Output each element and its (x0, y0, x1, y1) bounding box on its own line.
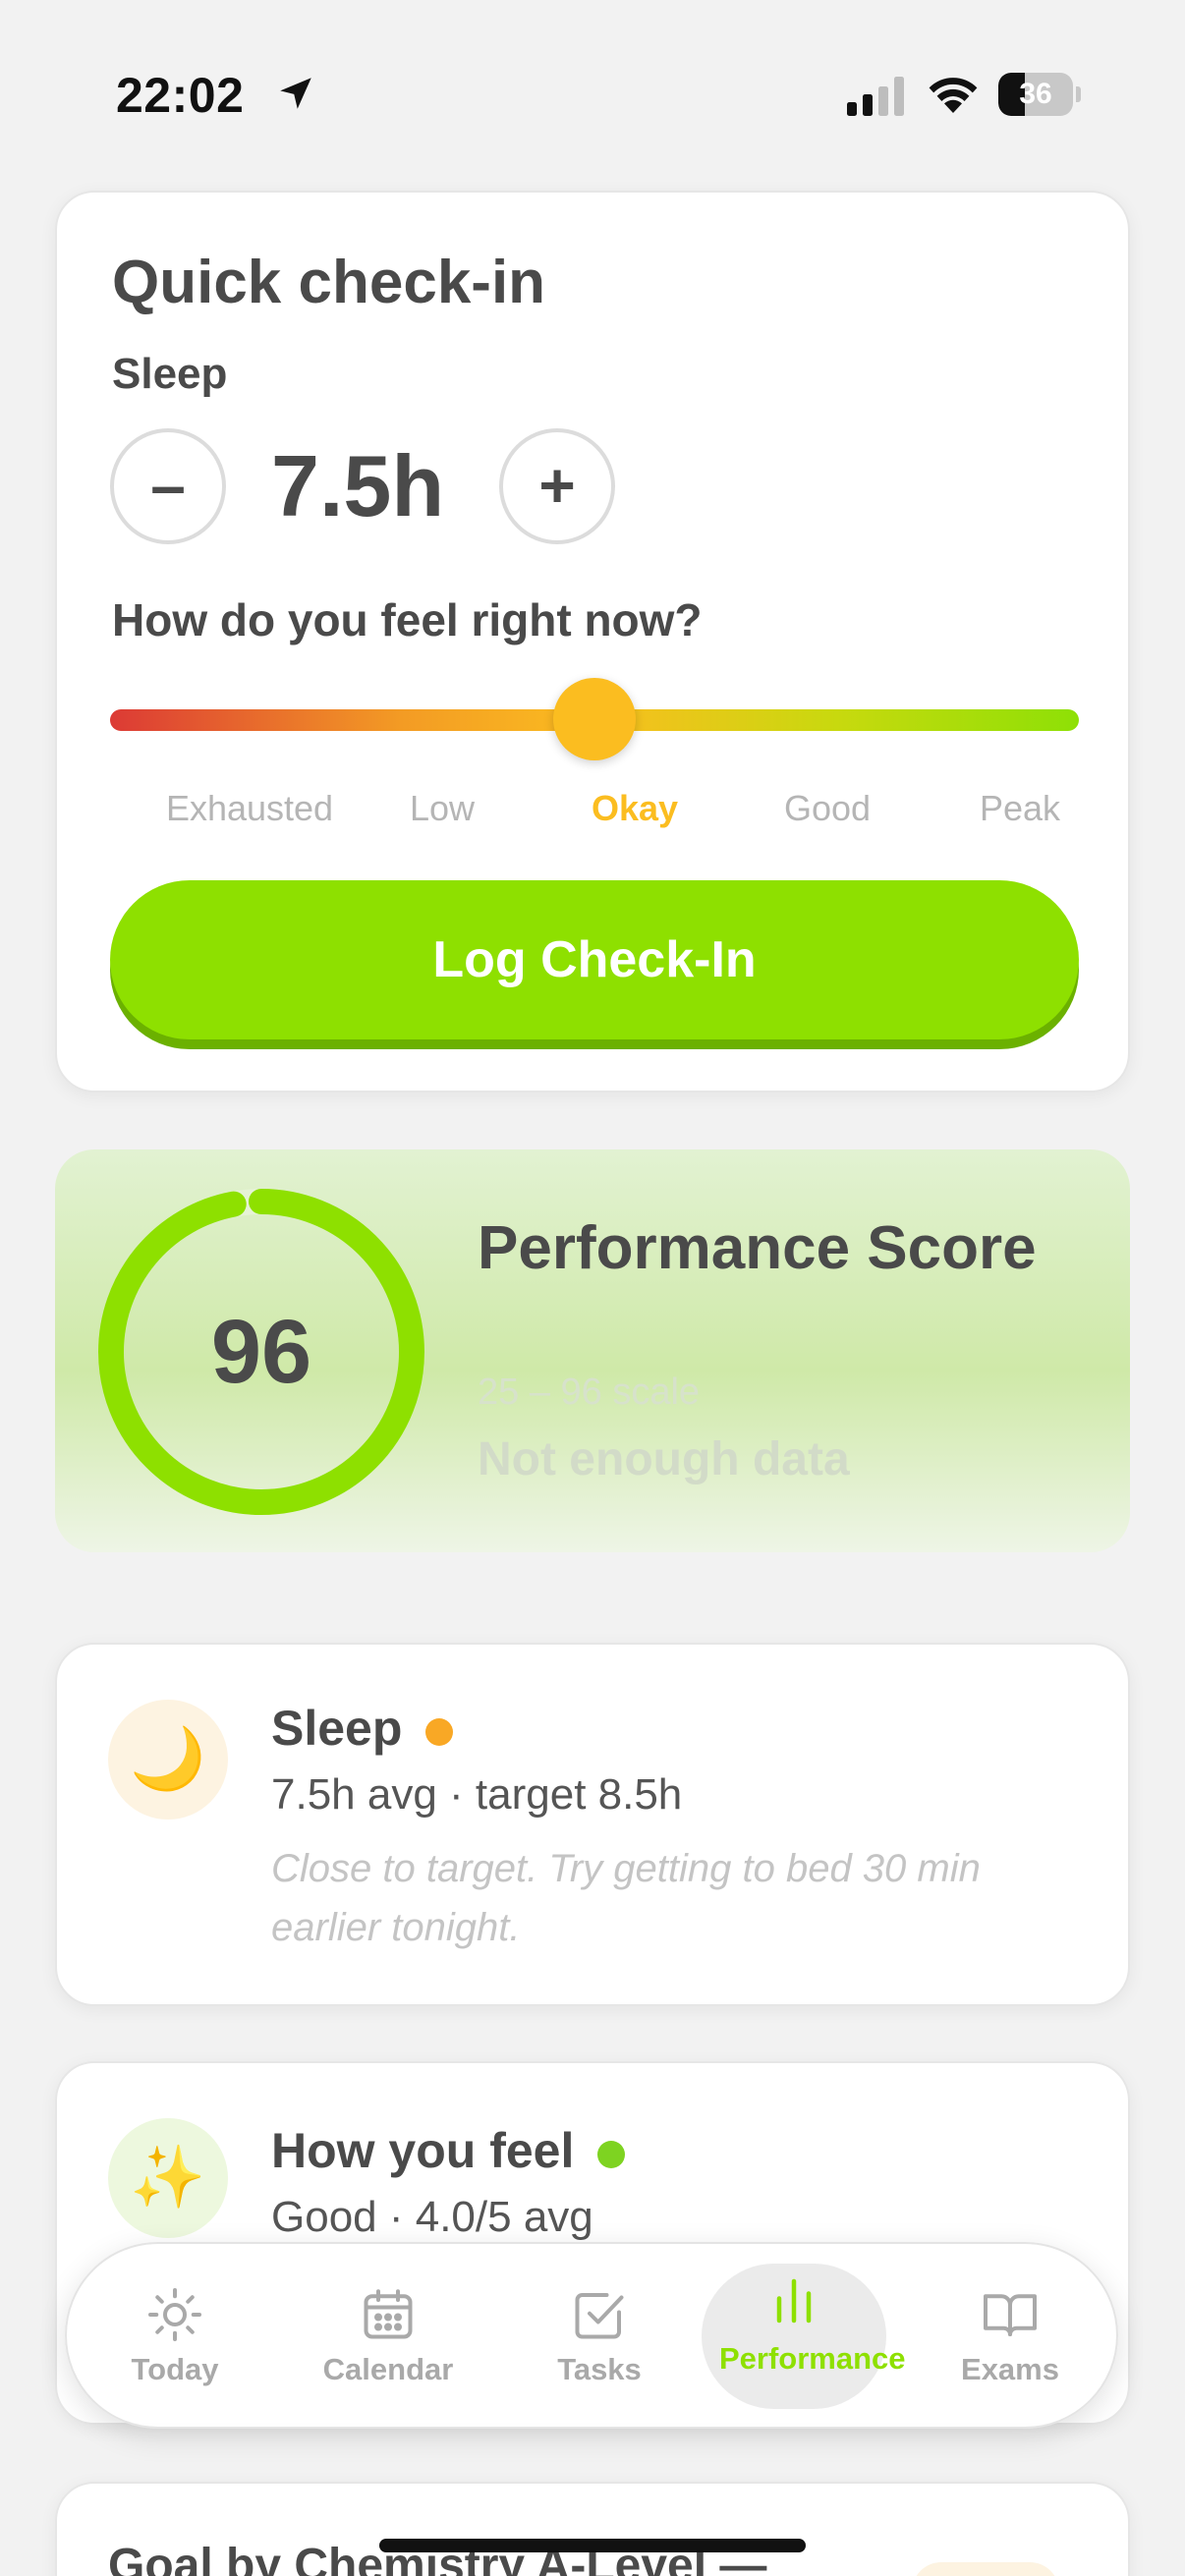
sleep-card-summary: 7.5h avg · target 8.5h (271, 1770, 683, 1819)
performance-status: Not enough data (478, 1433, 850, 1485)
performance-score-value: 96 (210, 1302, 312, 1402)
log-checkin-button[interactable]: Log Check-In (110, 880, 1079, 1039)
sun-icon (148, 2288, 201, 2341)
tab-today[interactable]: Today (86, 2244, 263, 2431)
goal-badge (912, 2562, 1059, 2576)
goal-card[interactable]: Goal by Chemistry A-Level — (55, 2482, 1130, 2576)
quick-checkin-card: Quick check-in Sleep – 7.5h + How do you… (55, 191, 1130, 1092)
mood-option-exhausted[interactable]: Exhausted (141, 788, 358, 829)
sleep-decrease-button[interactable]: – (110, 428, 226, 544)
mood-option-okay[interactable]: Okay (527, 788, 743, 829)
mood-option-peak[interactable]: Peak (912, 788, 1128, 829)
tab-bar: Today Calendar Tasks Performance Exams (65, 2242, 1118, 2429)
calendar-icon (364, 2289, 413, 2339)
tab-calendar[interactable]: Calendar (285, 2244, 491, 2431)
wifi-icon (929, 78, 978, 113)
sleep-card-note: Close to target. Try getting to bed 30 m… (271, 1847, 981, 1949)
performance-scale: 25 – 96 scale (478, 1372, 701, 1413)
performance-score-card[interactable]: 96 Performance Score 25 – 96 scale Not e… (55, 1149, 1130, 1552)
home-indicator (379, 2539, 806, 2552)
sleep-label: Sleep (112, 350, 228, 398)
checkin-title: Quick check-in (112, 249, 546, 316)
mood-option-low[interactable]: Low (334, 788, 550, 829)
bar-chart-icon (776, 2278, 812, 2324)
status-dot (597, 2140, 626, 2168)
sleep-summary-card[interactable]: 🌙 Sleep 7.5h avg · target 8.5h Close to … (55, 1643, 1130, 2006)
checkbox-icon (575, 2293, 624, 2339)
tab-tasks[interactable]: Tasks (511, 2244, 688, 2431)
mood-option-good[interactable]: Good (719, 788, 935, 829)
performance-title: Performance Score (478, 1214, 1037, 1282)
mood-labels: Exhausted Low Okay Good Peak (69, 788, 1128, 837)
battery-indicator: 36 (998, 73, 1081, 116)
sleep-card-title: Sleep (271, 1700, 454, 1757)
book-icon (984, 2294, 1037, 2336)
tab-performance[interactable]: Performance (696, 2244, 906, 2431)
feel-question: How do you feel right now? (112, 594, 703, 645)
status-time: 22:02 (116, 68, 245, 123)
cellular-signal-icon (847, 77, 904, 116)
sparkles-icon: ✨ (108, 2118, 228, 2238)
screen: 22:02 36 Quick check-in Sleep – 7.5h + H… (0, 0, 1185, 2576)
mood-slider-thumb[interactable] (553, 678, 636, 760)
feel-card-summary: Good · 4.0/5 avg (271, 2193, 593, 2241)
sleep-increase-button[interactable]: + (499, 428, 615, 544)
sleep-value: 7.5h (271, 437, 445, 534)
location-arrow-icon (280, 78, 311, 109)
status-dot (425, 1717, 454, 1746)
feel-card-title: How you feel (271, 2122, 626, 2179)
tab-exams[interactable]: Exams (922, 2244, 1099, 2431)
moon-icon: 🌙 (108, 1700, 228, 1820)
